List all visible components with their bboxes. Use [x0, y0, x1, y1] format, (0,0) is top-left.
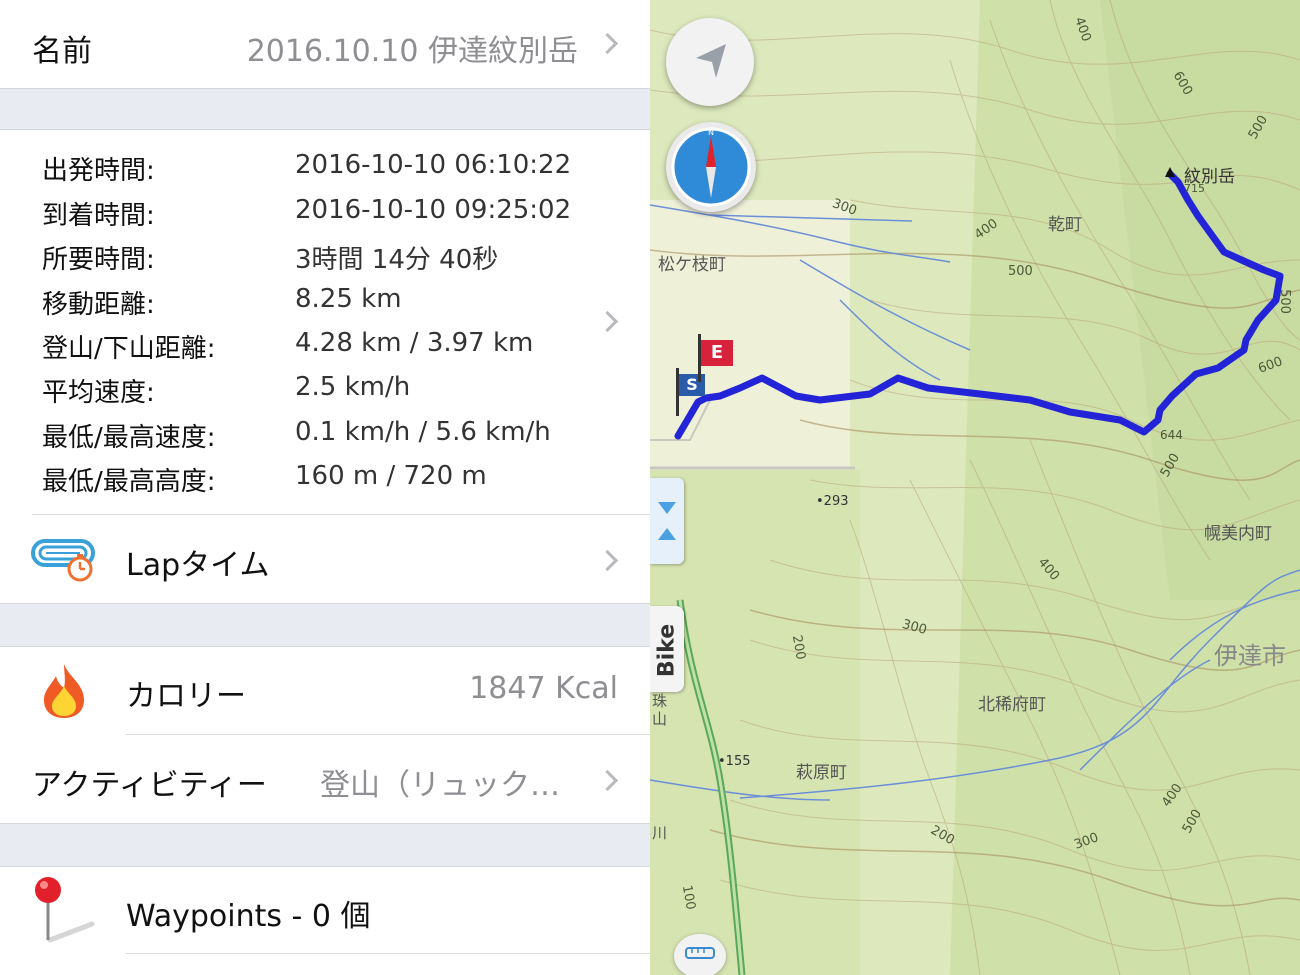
- place-label-horobinai: 幌美内町: [1204, 524, 1272, 544]
- place-label-kitamarefu: 北稀府町: [978, 695, 1046, 715]
- compass-button[interactable]: N: [666, 122, 756, 212]
- ruler-icon: [685, 947, 715, 959]
- spot-height-155: •155: [718, 754, 751, 769]
- track-detail-panel: 名前 2016.10.10 伊達紋別岳 出発時間: 2016-10-10 06:…: [0, 0, 650, 975]
- stat-label-avg-speed: 平均速度:: [42, 378, 155, 408]
- stat-label-duration: 所要時間:: [42, 245, 155, 275]
- activity-value: 登山（リュック…: [320, 768, 560, 803]
- chevron-right-icon: [596, 769, 619, 792]
- stat-label-up-down-distance: 登山/下山距離:: [42, 334, 216, 364]
- place-label-hagiwara: 萩原町: [796, 763, 847, 783]
- pin-icon: [30, 874, 98, 948]
- flame-icon: [38, 662, 90, 724]
- end-flag-label: E: [701, 340, 733, 366]
- waypoints-row[interactable]: Waypoints - 0 個: [0, 866, 650, 954]
- activity-row[interactable]: アクティビティー 登山（リュック…: [0, 735, 650, 823]
- location-arrow-icon: [696, 44, 726, 78]
- contour-label: 500: [1008, 264, 1033, 279]
- stat-value-avg-speed: 2.5 km/h: [295, 372, 411, 402]
- bike-tab[interactable]: Bike: [650, 606, 684, 692]
- current-location-button[interactable]: [666, 18, 754, 106]
- stat-label-min-max-altitude: 最低/最高高度:: [42, 467, 216, 497]
- stat-label-departure: 出発時間:: [42, 156, 155, 186]
- divider: [126, 953, 650, 954]
- expand-collapse-icon: [658, 502, 676, 540]
- calorie-label: カロリー: [126, 679, 246, 714]
- place-label-date-city: 伊達市: [1214, 642, 1286, 670]
- start-flag-label: S: [679, 374, 705, 396]
- stat-value-distance: 8.25 km: [295, 284, 402, 314]
- name-label: 名前: [32, 34, 92, 69]
- stat-label-distance: 移動距離:: [42, 290, 155, 320]
- chevron-right-icon: [596, 310, 619, 333]
- stats-block[interactable]: 出発時間: 2016-10-10 06:10:22 到着時間: 2016-10-…: [0, 130, 650, 515]
- activity-label: アクティビティー: [32, 768, 267, 803]
- place-label-inui: 乾町: [1048, 215, 1082, 235]
- chevron-right-icon: [596, 549, 619, 572]
- waypoints-label: Waypoints - 0 個: [126, 899, 371, 934]
- name-value: 2016.10.10 伊達紋別岳: [246, 34, 578, 69]
- place-label-kawa: 川: [652, 824, 668, 842]
- map-view[interactable]: 紋別岳 715 乾町 松ケ枝町 幌美内町 伊達市 北稀府町 萩原町 珠 山 川 …: [650, 0, 1300, 975]
- calorie-value: 1847 Kcal: [469, 671, 618, 706]
- spot-height-293: •293: [816, 494, 849, 509]
- summit-height: 715: [1184, 182, 1205, 195]
- section-separator: [0, 603, 650, 647]
- spot-height-644: 644: [1160, 428, 1183, 442]
- section-separator: [0, 88, 650, 130]
- place-label-matsugae: 松ケ枝町: [658, 255, 726, 275]
- stat-value-departure: 2016-10-10 06:10:22: [295, 150, 572, 180]
- compass-icon: N: [671, 127, 751, 207]
- stat-value-arrival: 2016-10-10 09:25:02: [295, 195, 572, 225]
- stat-value-up-down-distance: 4.28 km / 3.97 km: [295, 328, 534, 358]
- stat-value-min-max-speed: 0.1 km/h / 5.6 km/h: [295, 417, 551, 447]
- chevron-right-icon: [596, 32, 619, 55]
- stopwatch-track-icon: [30, 535, 98, 589]
- stat-value-min-max-altitude: 160 m / 720 m: [295, 461, 487, 491]
- place-label-yama: 山: [652, 710, 668, 728]
- bike-tab-label: Bike: [654, 623, 680, 678]
- stat-label-arrival: 到着時間:: [42, 201, 155, 231]
- stat-label-min-max-speed: 最低/最高速度:: [42, 423, 216, 453]
- contour-label: 500: [1276, 289, 1292, 314]
- ruler-button[interactable]: [674, 934, 726, 975]
- panel-toggle-button[interactable]: [650, 478, 684, 564]
- lap-label: Lapタイム: [126, 548, 270, 583]
- name-row[interactable]: 名前 2016.10.10 伊達紋別岳: [0, 0, 650, 88]
- lap-row[interactable]: Lapタイム: [0, 515, 650, 603]
- section-separator: [0, 823, 650, 867]
- svg-text:N: N: [708, 128, 714, 137]
- calorie-row: カロリー 1847 Kcal: [0, 646, 650, 734]
- stat-value-duration: 3時間 14分 40秒: [295, 245, 499, 275]
